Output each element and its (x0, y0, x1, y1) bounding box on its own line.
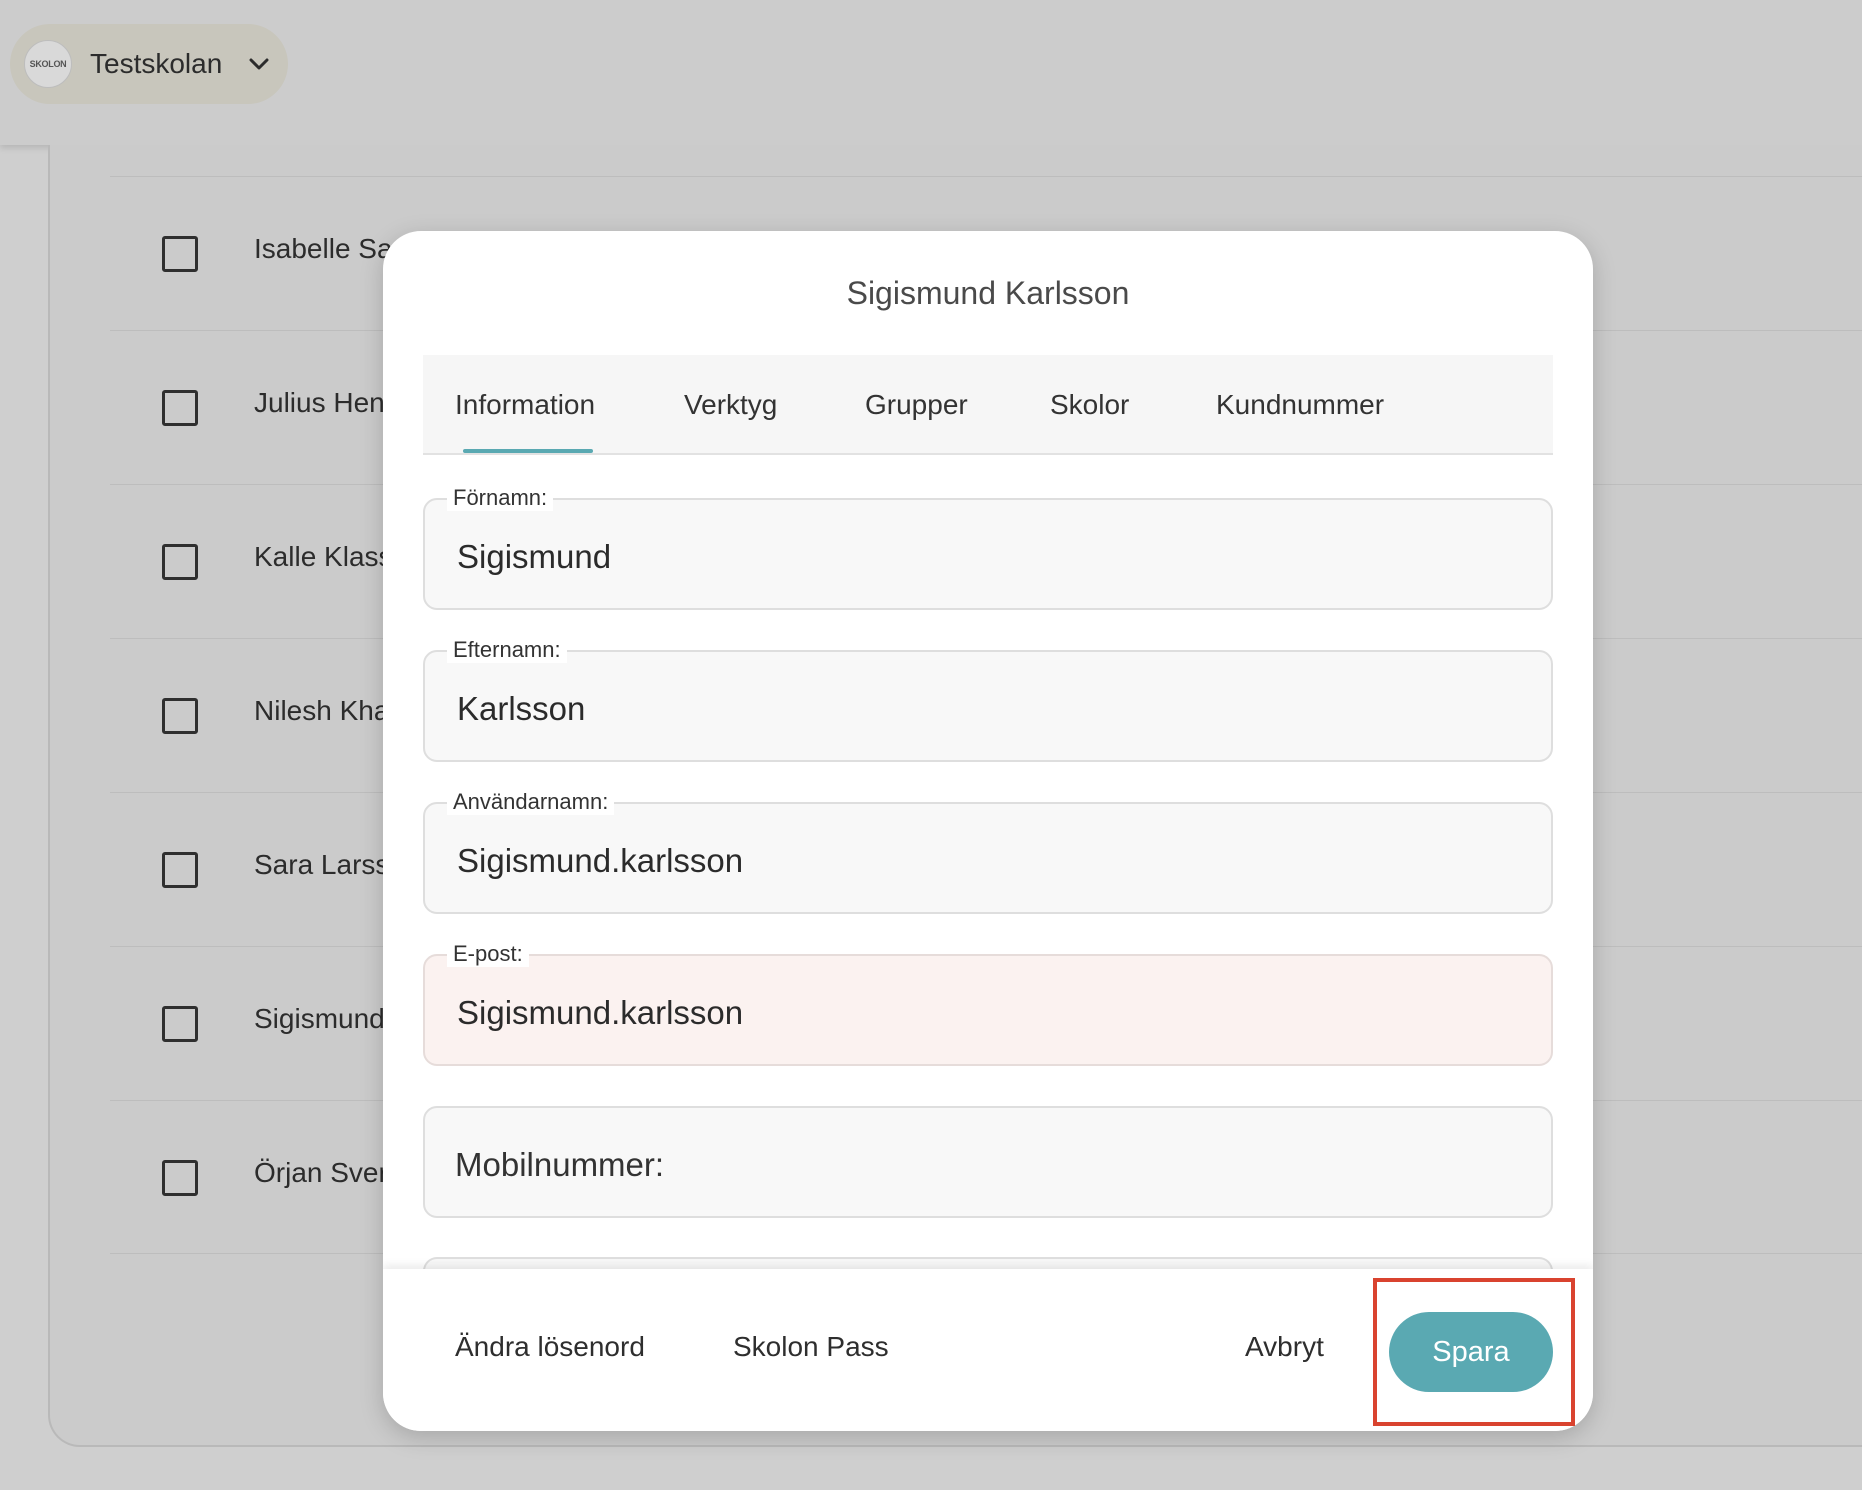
last-name-field[interactable]: Efternamn: Karlsson (423, 637, 1553, 762)
tab-kundnummer[interactable]: Kundnummer (1216, 389, 1384, 421)
school-name: Testskolan (90, 48, 223, 79)
username-value: Sigismund.karlsson (457, 842, 744, 879)
last-name-label: Efternamn: (447, 637, 567, 663)
first-name-field[interactable]: Förnamn: Sigismund (423, 485, 1553, 610)
email-field[interactable]: E-post: Sigismund.karlsson (423, 941, 1553, 1066)
last-name-value: Karlsson (457, 690, 586, 727)
tab-skolor[interactable]: Skolor (1050, 389, 1129, 421)
user-name: Nilesh Kha (254, 695, 390, 726)
school-logo: SKOLON (24, 40, 72, 88)
user-name: Örjan Sver (254, 1157, 388, 1188)
username-field[interactable]: Användarnamn: Sigismund.karlsson (423, 789, 1553, 914)
school-picker[interactable]: SKOLON Testskolan (10, 24, 288, 104)
row-checkbox[interactable] (162, 852, 198, 888)
email-value: Sigismund.karlsson (457, 994, 744, 1031)
first-name-label: Förnamn: (447, 485, 554, 511)
row-checkbox[interactable] (162, 390, 198, 426)
mobile-placeholder: Mobilnummer: (455, 1146, 665, 1183)
active-tab-indicator (463, 449, 593, 453)
mobile-field[interactable]: Mobilnummer: (423, 1106, 1553, 1218)
cancel-button[interactable]: Avbryt (1245, 1331, 1324, 1363)
dialog-title: Sigismund Karlsson (846, 275, 1130, 311)
top-bar: SKOLON Testskolan (0, 0, 1862, 145)
chevron-down-icon (246, 51, 272, 77)
user-name: Kalle Klass (254, 541, 393, 572)
user-name: Sigismund (254, 1003, 385, 1034)
row-checkbox[interactable] (162, 698, 198, 734)
skolon-pass-button[interactable]: Skolon Pass (733, 1331, 889, 1363)
save-button-highlight (1373, 1278, 1575, 1426)
user-name: Isabelle Sa (254, 233, 393, 264)
tab-verktyg[interactable]: Verktyg (684, 389, 777, 421)
tab-grupper[interactable]: Grupper (865, 389, 968, 421)
user-name: Sara Larss (254, 849, 390, 880)
row-checkbox[interactable] (162, 1006, 198, 1042)
row-checkbox[interactable] (162, 544, 198, 580)
tab-bar: Information Verktyg Grupper Skolor Kundn… (423, 355, 1553, 455)
first-name-value: Sigismund (457, 538, 612, 575)
edit-user-dialog: Sigismund Karlsson Information Verktyg G… (383, 231, 1593, 1431)
tab-information[interactable]: Information (455, 389, 595, 421)
row-checkbox[interactable] (162, 1160, 198, 1196)
change-password-button[interactable]: Ändra lösenord (455, 1331, 645, 1363)
email-label: E-post: (447, 941, 529, 967)
row-checkbox[interactable] (162, 236, 198, 272)
username-label: Användarnamn: (447, 789, 615, 815)
user-name: Julius Hen (254, 387, 385, 418)
